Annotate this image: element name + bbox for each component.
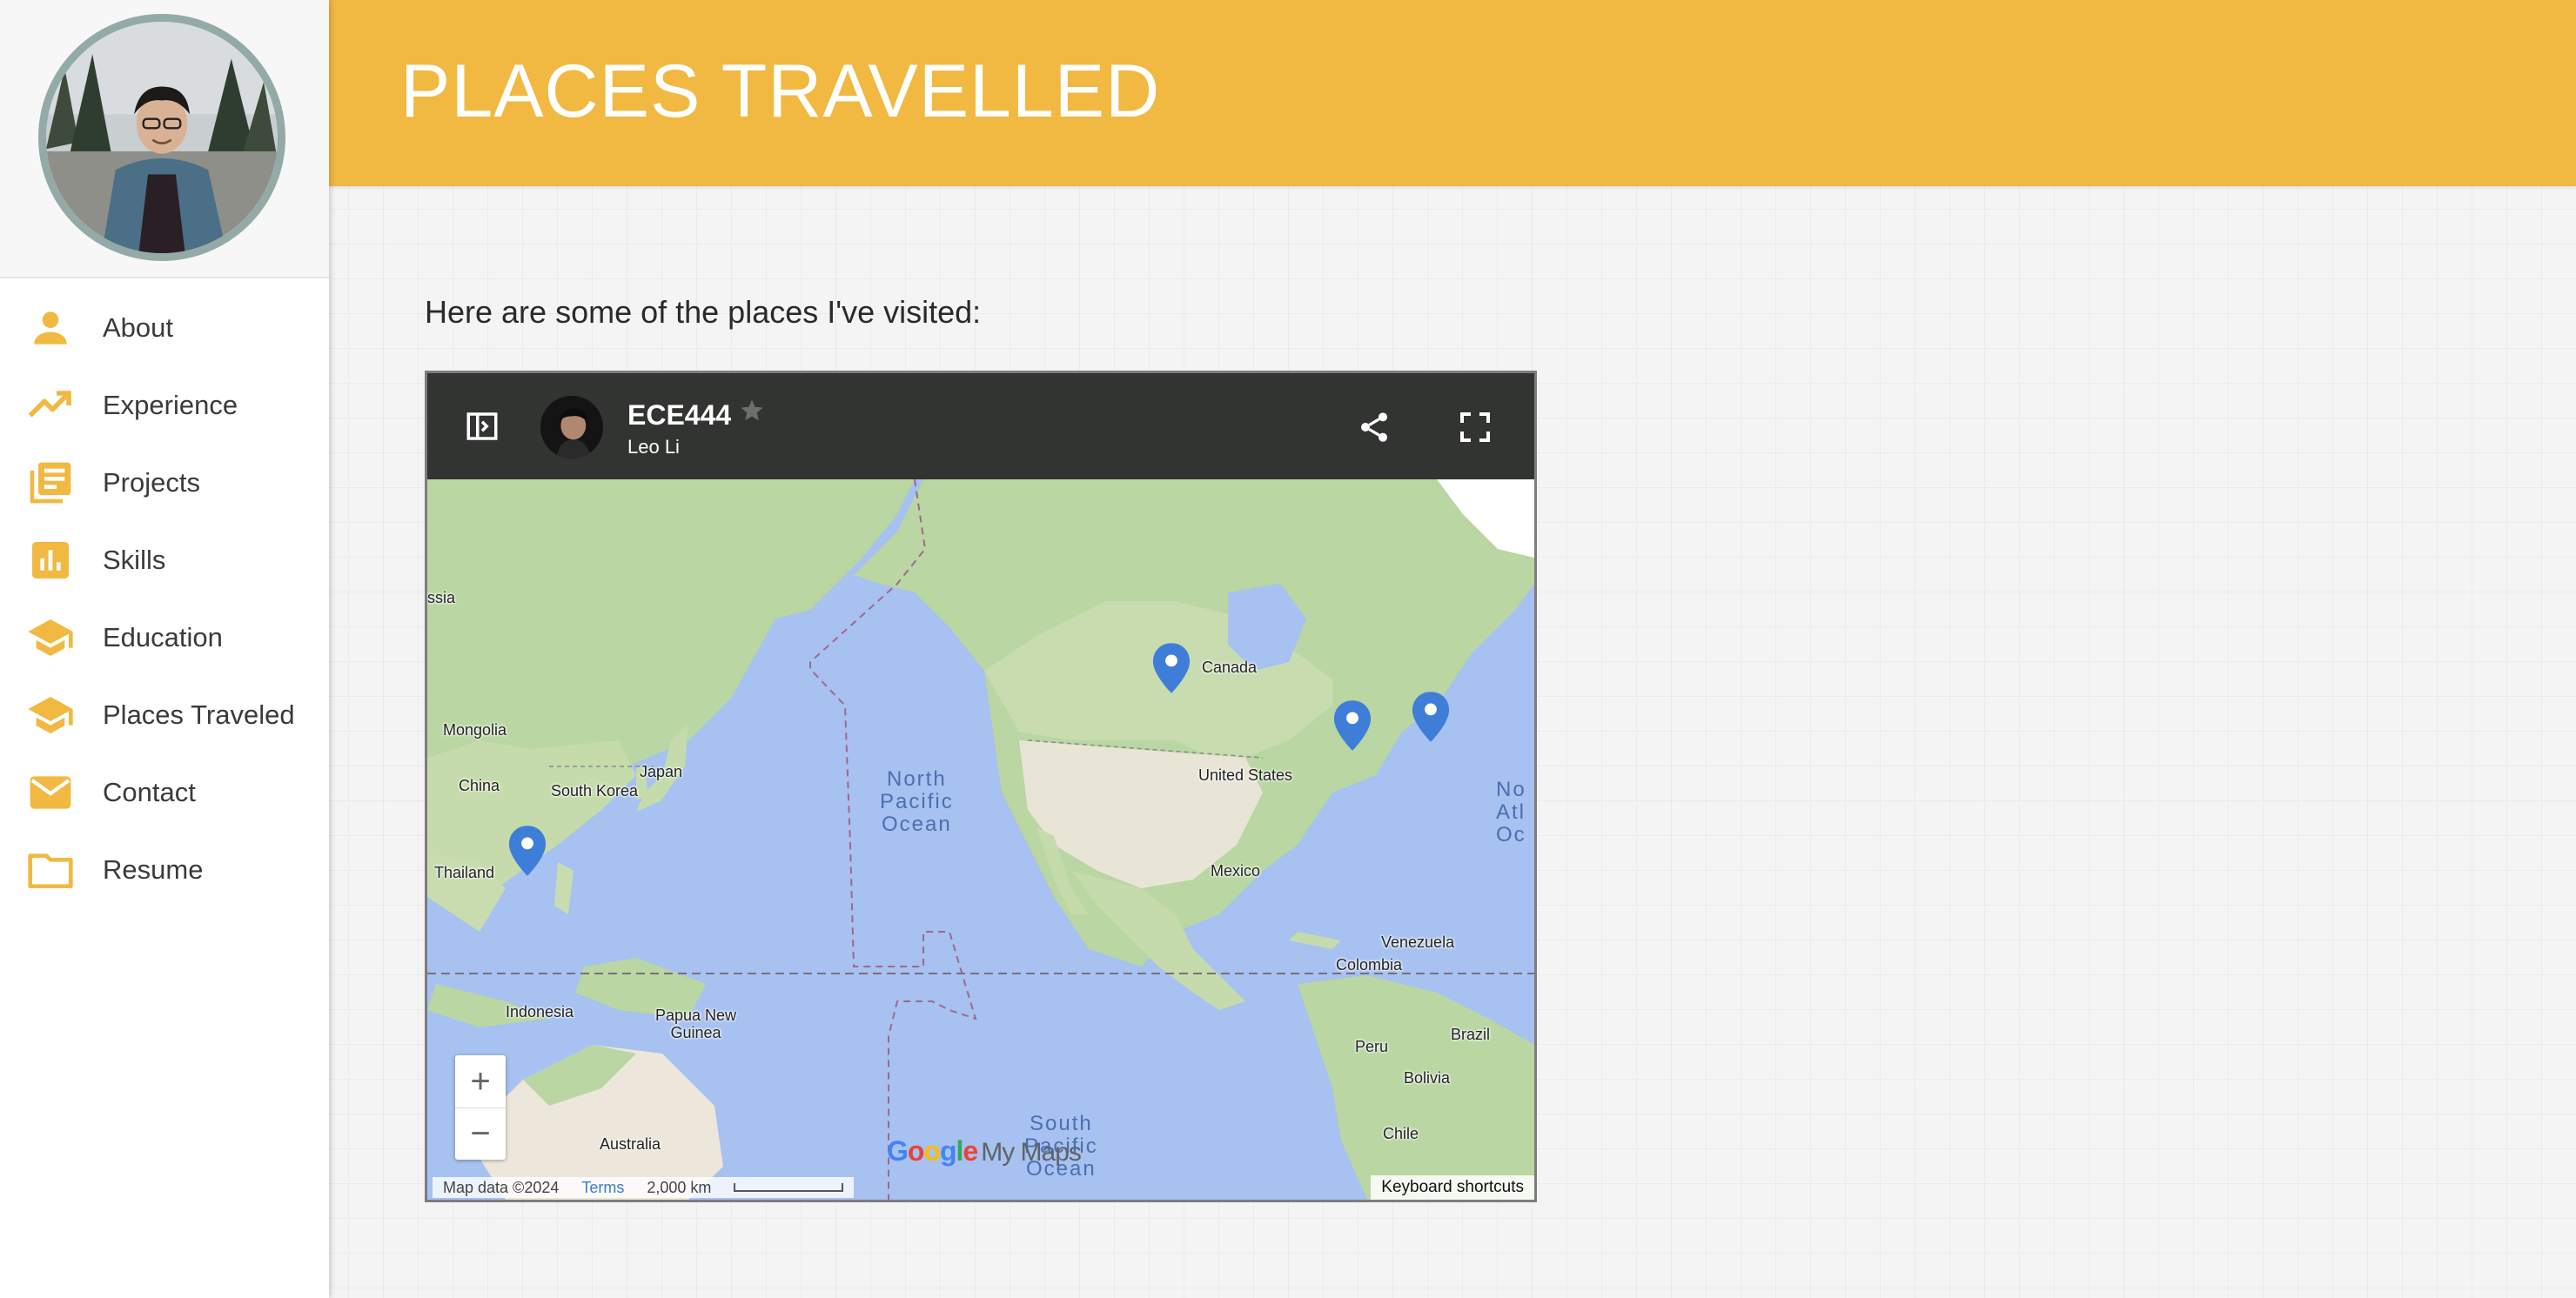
sidebar-item-education[interactable]: Education (0, 599, 329, 676)
map-owner: Leo Li (627, 436, 680, 458)
scale-bar (734, 1183, 844, 1192)
map-label-canada: Canada (1202, 659, 1258, 676)
map-pin[interactable] (1332, 699, 1372, 753)
star-icon[interactable] (739, 398, 765, 428)
sidebar-item-label: Experience (103, 389, 238, 420)
map-label-united-states: United States (1198, 766, 1293, 784)
map-toolbar: ECE444 Leo Li (427, 373, 1534, 479)
map-basemap (427, 479, 1534, 1200)
map-label-bolivia: Bolivia (1404, 1069, 1451, 1087)
mail-icon (26, 768, 75, 817)
map-label-japan: Japan (640, 763, 683, 780)
sidebar-item-contact[interactable]: Contact (0, 753, 329, 831)
sidebar-nav: About Experience Projects Skills Educati… (0, 278, 329, 908)
map-label-mexico: Mexico (1211, 862, 1261, 880)
intro-text: Here are some of the places I've visited… (425, 294, 982, 330)
page-header: PLACES TRAVELLED (329, 0, 2576, 186)
trending-up-icon (26, 381, 75, 430)
map-pin[interactable] (507, 824, 547, 878)
map-label-north-pacific: North Pacific Ocean (880, 767, 954, 836)
keyboard-shortcuts-link[interactable]: Keyboard shortcuts (1371, 1175, 1534, 1200)
sidebar-header (0, 0, 329, 278)
sidebar: About Experience Projects Skills Educati… (0, 0, 329, 1298)
map-attribution: Map data ©2024 Terms 2,000 km (433, 1177, 855, 1198)
google-logo-text: Google (887, 1135, 978, 1167)
scale-text: 2,000 km (647, 1178, 712, 1196)
zoom-control: + − (455, 1055, 506, 1160)
sidebar-item-projects[interactable]: Projects (0, 444, 329, 521)
map-label-venezuela: Venezuela (1381, 933, 1455, 951)
sidebar-item-label: Skills (103, 544, 166, 575)
sidebar-item-label: Places Traveled (103, 699, 295, 730)
share-icon[interactable] (1357, 410, 1392, 445)
map-label-north-atlantic: No Atl Oc (1496, 778, 1526, 846)
map-label-mongolia: Mongolia (443, 721, 507, 739)
avatar (38, 14, 285, 261)
terms-link[interactable]: Terms (581, 1179, 624, 1197)
sidebar-item-about[interactable]: About (0, 289, 329, 366)
sidebar-item-label: About (103, 311, 174, 343)
zoom-out-button[interactable]: − (455, 1107, 506, 1160)
sidebar-item-label: Resume (103, 853, 204, 885)
map-label-papua-new-guinea: Papua New Guinea (655, 1007, 737, 1041)
map-title[interactable]: ECE444 (627, 399, 731, 432)
library-books-icon (26, 458, 75, 507)
map-label-colombia: Colombia (1336, 956, 1403, 974)
embedded-map[interactable]: ECE444 Leo Li ssia Mongolia China South … (425, 371, 1537, 1202)
zoom-in-button[interactable]: + (455, 1055, 506, 1107)
map-label-peru: Peru (1355, 1038, 1389, 1055)
map-label-russia: ssia (427, 589, 456, 606)
map-data-text: Map data ©2024 (443, 1178, 560, 1196)
my-maps-text: My Maps (981, 1138, 1082, 1167)
sidebar-toggle-icon[interactable] (464, 408, 500, 445)
sidebar-item-resume[interactable]: Resume (0, 831, 329, 908)
map-label-indonesia: Indonesia (506, 1003, 574, 1020)
page-title: PLACES TRAVELLED (400, 50, 1161, 133)
map-label-chile: Chile (1383, 1125, 1419, 1142)
sidebar-item-label: Projects (103, 466, 200, 498)
folder-icon (26, 846, 75, 894)
map-label-thailand: Thailand (434, 864, 495, 881)
graduation-cap-icon (26, 691, 75, 739)
fullscreen-icon[interactable] (1458, 410, 1493, 445)
map-pin[interactable] (1151, 641, 1191, 695)
sidebar-item-places-traveled[interactable]: Places Traveled (0, 676, 329, 753)
sidebar-item-experience[interactable]: Experience (0, 366, 329, 444)
sidebar-item-skills[interactable]: Skills (0, 521, 329, 599)
bar-chart-icon (26, 536, 75, 585)
sidebar-item-label: Contact (103, 776, 196, 807)
sidebar-item-label: Education (103, 621, 223, 652)
map-pin[interactable] (1411, 690, 1451, 744)
graduation-cap-icon (26, 613, 75, 662)
map-label-china: China (459, 777, 500, 794)
map-owner-avatar (540, 396, 603, 458)
map-label-brazil: Brazil (1451, 1026, 1491, 1043)
person-icon (26, 304, 75, 352)
google-my-maps-logo: Google My Maps (887, 1135, 1082, 1168)
map-canvas[interactable]: ssia Mongolia China South Korea Japan Th… (427, 479, 1534, 1200)
map-label-australia: Australia (600, 1135, 661, 1153)
map-label-south-korea: South Korea (551, 782, 639, 800)
